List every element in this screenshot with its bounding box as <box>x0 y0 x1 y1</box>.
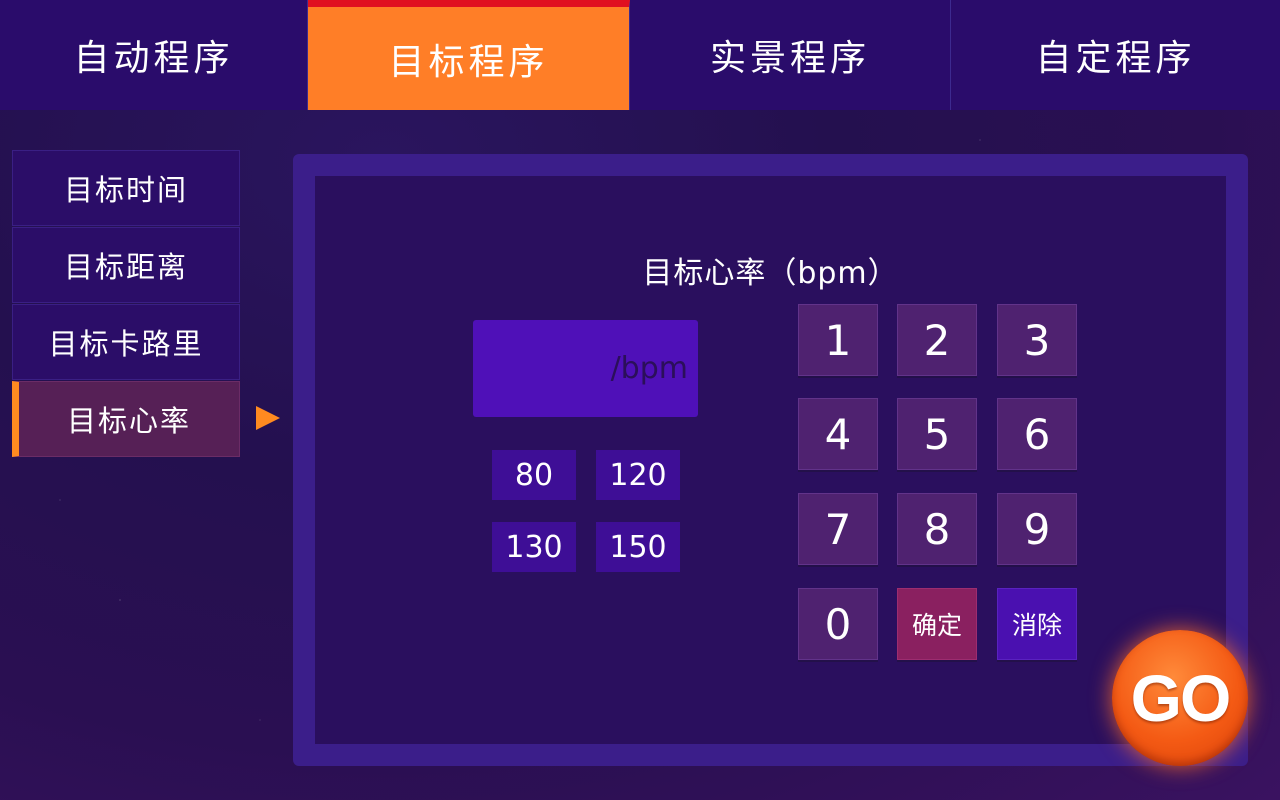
selected-arrow-icon <box>256 406 280 430</box>
heart-rate-panel: 目标心率（bpm） /bpm 80 120 130 150 1 2 3 4 5 … <box>293 154 1248 766</box>
keypad-6-button[interactable]: 6 <box>997 398 1077 470</box>
sidebar-item-target-calories[interactable]: 目标卡路里 <box>12 304 240 380</box>
keypad-5-button[interactable]: 5 <box>897 398 977 470</box>
keypad-1-button[interactable]: 1 <box>798 304 878 376</box>
keypad-7-button[interactable]: 7 <box>798 493 878 565</box>
sidebar-item-target-time[interactable]: 目标时间 <box>12 150 240 226</box>
target-type-menu: 目标时间 目标距离 目标卡路里 目标心率 <box>12 150 240 458</box>
preset-130-button[interactable]: 130 <box>492 522 576 572</box>
confirm-button[interactable]: 确定 <box>897 588 977 660</box>
sidebar-item-target-distance[interactable]: 目标距离 <box>12 227 240 303</box>
keypad-8-button[interactable]: 8 <box>897 493 977 565</box>
tab-scenery-program[interactable]: 实景程序 <box>630 0 951 110</box>
keypad-4-button[interactable]: 4 <box>798 398 878 470</box>
go-button[interactable]: GO <box>1112 630 1248 766</box>
program-tab-bar: 自动程序 目标程序 实景程序 自定程序 <box>0 0 1280 110</box>
tab-target-program[interactable]: 目标程序 <box>308 0 630 110</box>
tab-custom-program[interactable]: 自定程序 <box>951 0 1280 110</box>
display-unit: /bpm <box>610 351 688 386</box>
preset-120-button[interactable]: 120 <box>596 450 680 500</box>
heart-rate-input-display[interactable]: /bpm <box>473 320 698 417</box>
keypad-2-button[interactable]: 2 <box>897 304 977 376</box>
keypad-9-button[interactable]: 9 <box>997 493 1077 565</box>
preset-150-button[interactable]: 150 <box>596 522 680 572</box>
keypad-0-button[interactable]: 0 <box>798 588 878 660</box>
preset-80-button[interactable]: 80 <box>492 450 576 500</box>
panel-title: 目标心率（bpm） <box>642 256 899 291</box>
heart-rate-panel-inner: 目标心率（bpm） /bpm 80 120 130 150 1 2 3 4 5 … <box>315 176 1226 744</box>
clear-button[interactable]: 消除 <box>997 588 1077 660</box>
keypad-3-button[interactable]: 3 <box>997 304 1077 376</box>
sidebar-item-target-heart-rate[interactable]: 目标心率 <box>12 381 240 457</box>
tab-auto-program[interactable]: 自动程序 <box>0 0 308 110</box>
